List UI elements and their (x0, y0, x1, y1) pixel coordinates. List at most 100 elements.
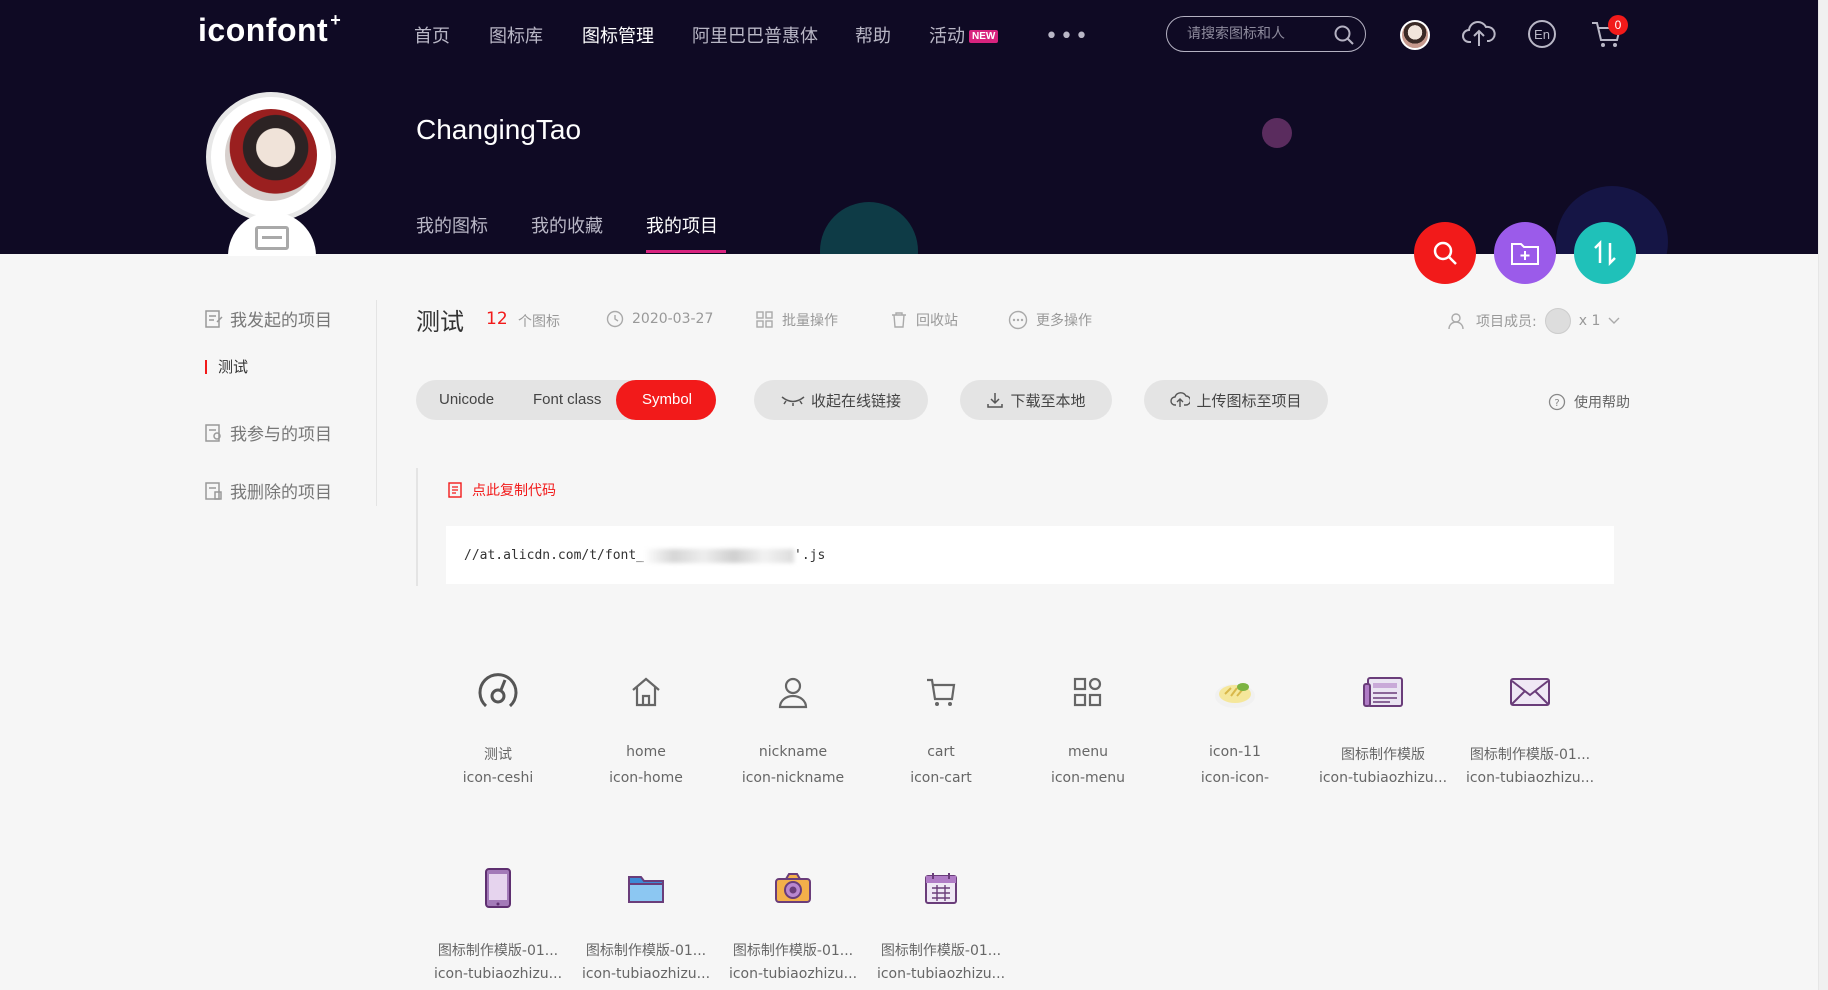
icon-code: icon-ceshi (462, 770, 534, 786)
iconfont-logo[interactable]: iconfont + (198, 10, 342, 49)
icon-code: icon-cart (910, 770, 972, 786)
icon-card[interactable]: cart icon-cart (867, 664, 1015, 814)
more-menu-icon[interactable]: ••• (1045, 24, 1090, 49)
icon-card[interactable]: 图标制作模版-01... icon-tubiaozhizu... (1456, 664, 1604, 814)
search-icon[interactable] (1333, 24, 1355, 46)
sort-fab-button[interactable] (1574, 222, 1636, 284)
nav-icon-library[interactable]: 图标库 (489, 22, 543, 48)
redacted-url-segment (644, 548, 795, 563)
icon-card[interactable]: 图标制作模版-01... icon-tubiaozhizu... (867, 860, 1015, 990)
nav-puhuiti-font[interactable]: 阿里巴巴普惠体 (692, 22, 818, 48)
nav-activities-label: 活动 (929, 26, 965, 47)
sidebar-item-deleted-projects[interactable]: 我删除的项目 (204, 478, 332, 503)
icon-count: 12 (486, 309, 508, 329)
toggle-unicode[interactable]: Unicode (439, 391, 494, 408)
icon-card[interactable]: 测试 icon-ceshi (424, 664, 572, 814)
nav-activities[interactable]: 活动 NEW (929, 22, 999, 48)
icon-card[interactable]: 图标制作模版-01... icon-tubiaozhizu... (572, 860, 720, 990)
icon-card[interactable]: icon-11 icon-icon- (1161, 664, 1309, 814)
copy-doc-icon (448, 482, 462, 498)
recycle-bin-label: 回收站 (916, 313, 958, 329)
icon-card[interactable]: home icon-home (572, 664, 720, 814)
nav-home[interactable]: 首页 (414, 22, 450, 48)
tab-my-projects[interactable]: 我的项目 (646, 212, 718, 238)
folder-icon (628, 876, 664, 903)
collapse-online-link-button[interactable]: 收起在线链接 (754, 380, 928, 420)
icon-card[interactable]: nickname icon-nickname (719, 664, 867, 814)
icon-code: icon-home (609, 770, 683, 786)
phone-icon (485, 868, 511, 908)
page-scrollbar[interactable] (1818, 0, 1828, 990)
project-members[interactable]: 项目成员: x 1 (1448, 308, 1620, 334)
search-fab-button[interactable] (1414, 222, 1476, 284)
decor-circle (1262, 118, 1292, 148)
download-local-label: 下载至本地 (1010, 391, 1086, 410)
icon-code: icon-menu (1050, 770, 1126, 786)
upload-to-project-button[interactable]: 上传图标至项目 (1144, 380, 1328, 420)
avatar-portrait (225, 109, 317, 201)
icon-code: icon-tubiaozhizu... (433, 966, 563, 982)
icon-name: menu (1068, 744, 1108, 760)
icon-name: nickname (758, 744, 828, 760)
toggle-font-class[interactable]: Font class (533, 391, 601, 408)
url-suffix: '.js (794, 548, 826, 563)
icon-card[interactable]: 图标制作模版-01... icon-tubiaozhizu... (719, 860, 867, 990)
icon-name: 图标制作模版 (1341, 747, 1425, 763)
icon-card[interactable]: 图标制作模版 icon-tubiaozhizu... (1309, 664, 1457, 814)
icon-name: cart (927, 744, 955, 760)
logo-mark: + (330, 10, 342, 30)
tab-my-favorites[interactable]: 我的收藏 (531, 212, 603, 238)
search-box[interactable] (1166, 16, 1366, 52)
user-avatar[interactable] (1400, 20, 1430, 50)
download-icon (987, 393, 1004, 408)
trash-icon (892, 312, 906, 328)
calendar-icon (925, 873, 957, 904)
copy-code-button[interactable]: 点此复制代码 (446, 480, 556, 500)
sidebar-subitem-test[interactable]: 测试 (204, 356, 248, 377)
camera-icon (775, 873, 811, 903)
language-en-icon[interactable]: En (1526, 18, 1558, 50)
usage-help-link[interactable]: ? 使用帮助 (1548, 392, 1630, 412)
sidebar-item-created-projects[interactable]: 我发起的项目 (204, 306, 332, 331)
nav-icon-management[interactable]: 图标管理 (582, 22, 654, 48)
tab-my-icons[interactable]: 我的图标 (416, 212, 488, 238)
icon-card[interactable]: menu icon-menu (1014, 664, 1162, 814)
members-label: 项目成员: (1476, 314, 1537, 330)
url-prefix: //at.alicdn.com/t/font_ (464, 548, 645, 563)
upload-cloud-icon[interactable] (1462, 18, 1496, 50)
icon-card[interactable]: 图标制作模版-01... icon-tubiaozhizu... (424, 860, 572, 990)
code-type-toggle: Unicode Font class Symbol (416, 380, 716, 420)
icon-code: icon-tubiaozhizu... (728, 966, 858, 982)
cart-icon (927, 678, 956, 706)
sort-arrows-icon (1594, 239, 1616, 267)
cart-count-badge: 0 (1608, 15, 1628, 35)
project-date-text: 2020-03-27 (632, 311, 714, 327)
batch-operations-button[interactable]: 批量操作 (756, 310, 838, 330)
upload-to-project-label: 上传图标至项目 (1196, 391, 1302, 410)
symbol-url-code[interactable]: //at.alicdn.com/t/font_ '.js (446, 526, 1614, 584)
top-navigation: iconfont + 首页 图标库 图标管理 阿里巴巴普惠体 帮助 活动 NEW •… (0, 0, 1828, 68)
nav-help[interactable]: 帮助 (855, 22, 891, 48)
sidebar-item-label: 我参与的项目 (230, 425, 332, 445)
more-operations-button[interactable]: 更多操作 (1008, 310, 1092, 330)
profile-avatar[interactable] (206, 92, 336, 222)
collapse-online-link-label: 收起在线链接 (810, 391, 901, 410)
toggle-symbol[interactable]: Symbol (642, 391, 692, 408)
recycle-bin-button[interactable]: 回收站 (890, 310, 958, 330)
copy-code-label: 点此复制代码 (472, 483, 556, 499)
question-circle-icon: ? (1548, 393, 1566, 411)
more-circle-icon (1008, 310, 1028, 330)
batch-operations-label: 批量操作 (782, 313, 838, 329)
eye-closed-icon (781, 396, 805, 406)
ceshi-icon (478, 673, 518, 708)
project-doc-icon (205, 309, 223, 328)
sidebar-item-joined-projects[interactable]: 我参与的项目 (204, 420, 332, 445)
envelope-icon (1510, 678, 1550, 706)
project-trash-icon (205, 481, 222, 500)
card-icon (255, 226, 289, 250)
upload-cloud-icon (1170, 392, 1191, 407)
add-folder-fab-button[interactable] (1494, 222, 1556, 284)
search-input[interactable] (1187, 24, 1327, 44)
download-local-button[interactable]: 下载至本地 (960, 380, 1112, 420)
username: ChangingTao (416, 114, 582, 145)
